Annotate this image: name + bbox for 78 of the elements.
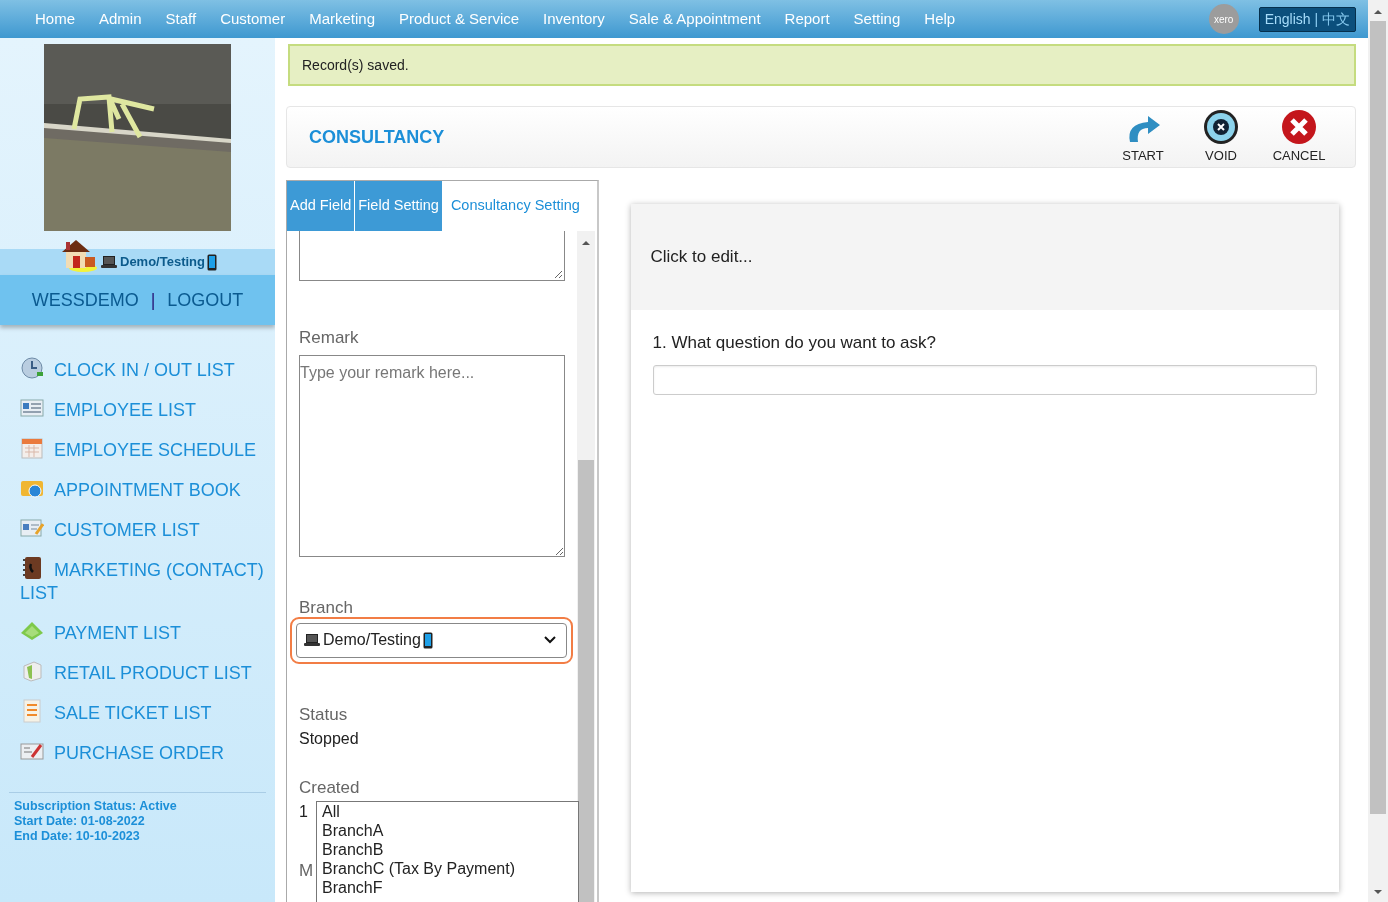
tab[interactable]: Field Setting — [355, 181, 443, 231]
menu-item[interactable]: EMPLOYEE LIST — [20, 389, 265, 429]
nav-link[interactable]: Admin — [87, 7, 154, 31]
field-label: Status — [299, 703, 349, 726]
calendar-icon — [20, 436, 44, 460]
language-option[interactable]: 中文 — [1322, 10, 1350, 27]
separator: | — [150, 288, 156, 312]
nav-link[interactable]: Product & Service — [387, 7, 532, 31]
nav-link[interactable]: Setting — [841, 7, 913, 31]
clock-icon — [20, 356, 44, 380]
dropdown-option[interactable]: All — [322, 802, 573, 821]
menu-item[interactable]: CLOCK IN / OUT LIST — [20, 349, 265, 389]
xero-logo[interactable]: xero — [1208, 4, 1239, 34]
text-area-field[interactable] — [299, 231, 565, 281]
phone-icon — [422, 631, 433, 649]
dropdown-option[interactable]: BranchA — [322, 821, 573, 840]
nav-link[interactable]: Home — [23, 7, 87, 31]
cancel-icon — [1280, 108, 1318, 147]
menu-item[interactable]: CUSTOMER LIST — [20, 509, 265, 549]
x-circle-icon — [1202, 108, 1240, 147]
nav-link[interactable]: Staff — [153, 7, 209, 31]
scroll-down-icon[interactable] — [1373, 888, 1383, 896]
field-label: M — [299, 860, 314, 882]
language-switch[interactable]: English | 中文 — [1258, 6, 1356, 32]
address-book-icon — [20, 556, 44, 580]
logout-link[interactable]: LOGOUT — [167, 286, 244, 314]
menu-item[interactable]: PAYMENT LIST — [20, 612, 265, 652]
nav-link[interactable]: Help — [912, 7, 968, 31]
alert-text: Record(s) saved. — [302, 55, 409, 75]
menu-item[interactable]: RETAIL PRODUCT LIST — [20, 652, 265, 692]
nav-link[interactable]: Sale & Appointment — [616, 7, 773, 31]
dropdown-option[interactable]: BranchB — [322, 840, 573, 859]
editable-text[interactable]: Click to edit... — [650, 244, 753, 270]
void-button[interactable]: VOID — [1187, 108, 1255, 166]
field-label: Remark — [299, 327, 360, 349]
nav-link[interactable]: Customer — [208, 7, 298, 31]
contact-card-icon — [20, 516, 44, 540]
page-scrollbar[interactable] — [1368, 0, 1388, 902]
nav-link[interactable]: Marketing — [297, 7, 388, 31]
tab[interactable]: Add Field — [287, 181, 356, 231]
chevron-down-icon — [544, 636, 556, 644]
form-scrollbar[interactable] — [577, 231, 595, 902]
question-text: 1. What question do you want to ask? — [652, 332, 937, 354]
menu-item[interactable]: EMPLOYEE SCHEDULE — [20, 429, 265, 469]
nav-link[interactable]: Report — [772, 7, 842, 31]
page-title: CONSULTANCY — [309, 125, 445, 149]
menu-item[interactable]: MARKETING (CONTACT) LIST — [20, 549, 265, 612]
start-button[interactable]: START — [1109, 108, 1177, 166]
branch-name: Demo/Testing — [120, 253, 205, 272]
laptop-icon — [303, 633, 321, 647]
created-value: 1 — [299, 802, 307, 822]
phone-icon — [207, 253, 217, 271]
scroll-up-icon[interactable] — [581, 239, 591, 247]
field-label: Branch — [299, 598, 354, 617]
subscription-info: End Date: 10-10-2023 — [14, 829, 141, 844]
branch-select[interactable]: Demo/Testing — [296, 622, 567, 658]
menu-item[interactable]: SALE TICKET LIST — [20, 692, 265, 732]
cancel-button[interactable]: CANCEL — [1265, 108, 1333, 166]
id-cards-icon — [20, 396, 44, 420]
receipt-icon — [20, 699, 44, 723]
subscription-info: Start Date: 01-08-2022 — [14, 814, 146, 829]
username-link[interactable]: WESSDEMO — [31, 286, 139, 314]
resize-grip-icon[interactable] — [553, 269, 563, 279]
dropdown-option[interactable]: BranchC (Tax By Payment) — [322, 859, 573, 878]
field-label: Created — [299, 779, 360, 797]
scroll-up-icon[interactable] — [1373, 8, 1383, 16]
laptop-icon — [100, 255, 118, 269]
menu-item[interactable]: APPOINTMENT BOOK — [20, 469, 265, 509]
language-option[interactable]: English — [1264, 10, 1311, 27]
dropdown-option[interactable]: BranchF — [322, 878, 573, 897]
box-icon — [20, 659, 44, 683]
answer-field[interactable] — [652, 364, 1317, 395]
remark-field[interactable]: Type your remark here... — [299, 354, 565, 557]
nav-link[interactable]: Inventory — [531, 7, 617, 31]
menu-item[interactable]: PURCHASE ORDER — [20, 732, 265, 772]
status-value: Stopped — [299, 729, 360, 749]
separator: | — [1313, 10, 1320, 27]
subscription-info: Subscription Status: Active — [14, 799, 178, 814]
